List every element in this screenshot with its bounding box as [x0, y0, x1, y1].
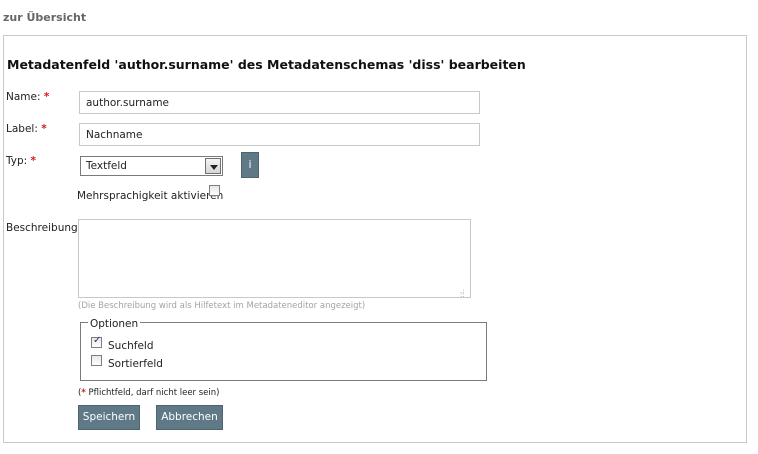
- multilang-checkbox[interactable]: [209, 185, 220, 196]
- label-label-text: Label:: [6, 123, 38, 135]
- description-hint: (Die Beschreibung wird als Hilfetext im …: [78, 301, 366, 311]
- required-note: (* Pflichtfeld, darf nicht leer sein): [78, 388, 219, 398]
- back-to-overview-link[interactable]: zur Übersicht: [3, 11, 86, 24]
- multilang-label: Mehrsprachigkeit aktivieren: [77, 190, 224, 202]
- info-button[interactable]: i: [241, 152, 259, 178]
- description-label: Beschreibung:: [6, 222, 82, 234]
- chevron-down-icon[interactable]: [205, 158, 221, 174]
- search-field-label: Suchfeld: [108, 340, 154, 352]
- required-asterisk: *: [43, 91, 50, 103]
- search-field-checkbox[interactable]: [91, 335, 102, 348]
- description-textarea[interactable]: [78, 219, 471, 298]
- page-title: Metadatenfeld 'author.surname' des Metad…: [7, 57, 526, 72]
- resize-grip-icon[interactable]: .:::: [460, 288, 468, 299]
- name-label: Name: *: [6, 91, 49, 103]
- required-note-text: Pflichtfeld, darf nicht leer sein): [85, 388, 220, 398]
- label-input[interactable]: [79, 123, 480, 146]
- required-asterisk: *: [41, 123, 47, 135]
- options-legend: Optionen: [88, 318, 141, 330]
- sort-field-label: Sortierfeld: [108, 358, 163, 370]
- required-asterisk: *: [30, 155, 37, 167]
- type-select[interactable]: Textfeld: [80, 156, 223, 176]
- name-input[interactable]: [79, 91, 480, 114]
- type-label-text: Typ:: [6, 155, 28, 167]
- cancel-button[interactable]: Abbrechen: [156, 405, 223, 430]
- name-label-text: Name:: [6, 91, 41, 103]
- save-button[interactable]: Speichern: [78, 405, 140, 430]
- type-select-value: Textfeld: [86, 160, 127, 172]
- label-label: Label: *: [6, 123, 47, 135]
- type-label: Typ: *: [6, 155, 36, 167]
- sort-field-checkbox[interactable]: [91, 355, 102, 366]
